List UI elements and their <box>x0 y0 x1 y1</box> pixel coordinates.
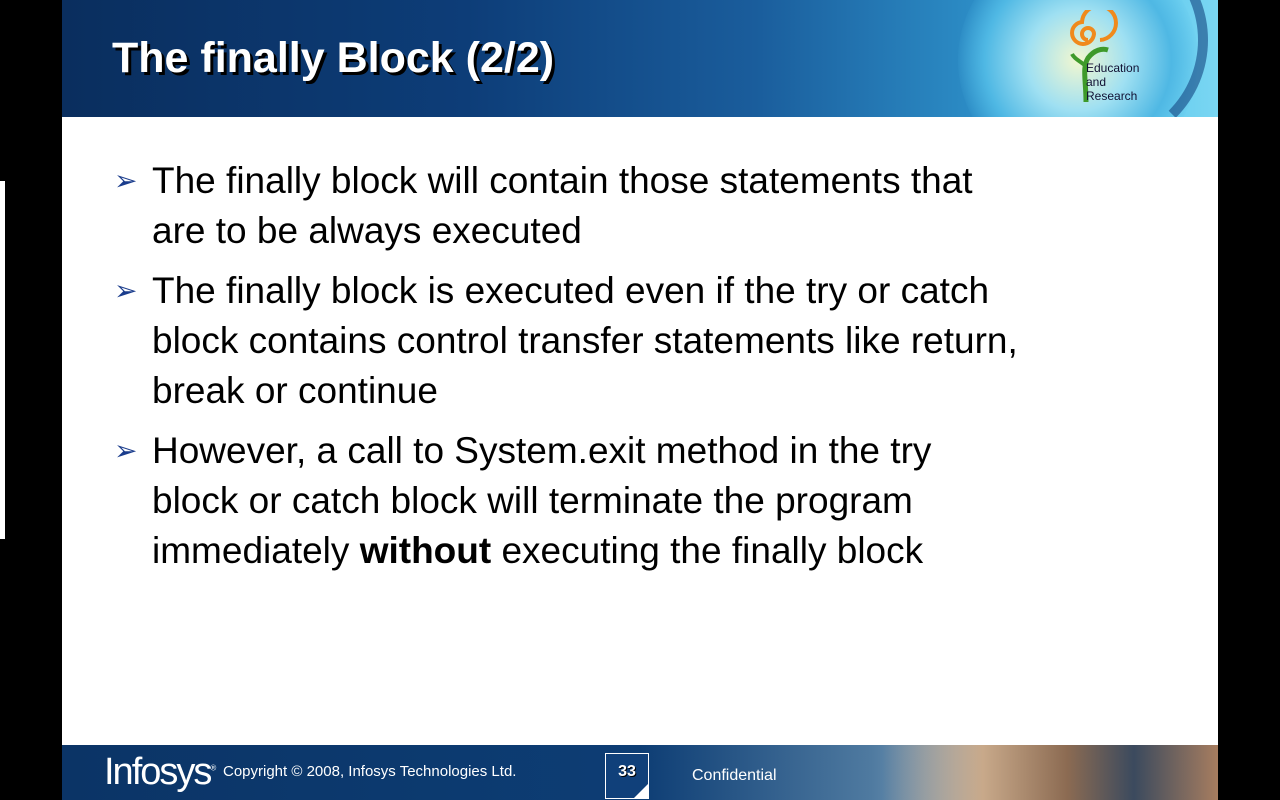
bullet-text: The finally block will contain those sta… <box>152 160 973 201</box>
bullet-text: block or catch block will terminate the … <box>152 480 913 521</box>
bullet-item: ➢ The finally block will contain those s… <box>112 156 1172 256</box>
infosys-logo: Infosys® <box>104 751 216 794</box>
slide-body: ➢ The finally block will contain those s… <box>112 156 1172 586</box>
bullet-text: break or continue <box>152 370 438 411</box>
slide-header: The finally Block (2/2) Education and Re… <box>62 0 1218 117</box>
bullet-text-part: immediately <box>152 530 360 571</box>
window-edge <box>0 181 5 539</box>
slide: The finally Block (2/2) Education and Re… <box>62 0 1218 800</box>
logo-text-line: Research <box>1086 89 1138 103</box>
page-number-box: 33 <box>605 753 649 799</box>
bullet-bold-text: without <box>359 530 492 571</box>
slide-footer: Infosys® Copyright © 2008, Infosys Techn… <box>62 745 1218 800</box>
bullet-text-part: executing the finally block <box>491 530 924 571</box>
arrow-bullet-icon: ➢ <box>114 165 138 196</box>
bullet-text: immediately without executing the finall… <box>152 526 1172 576</box>
logo-text: Education and Research <box>1086 61 1139 103</box>
confidential-label: Confidential <box>692 767 777 784</box>
page-fold-icon <box>634 784 648 798</box>
bullet-text: block contains control transfer statemen… <box>152 320 1018 361</box>
bullet-text: However, a call to System.exit method in… <box>152 430 932 471</box>
slide-title: The finally Block (2/2) <box>112 34 555 82</box>
arrow-bullet-icon: ➢ <box>114 435 138 466</box>
bullet-text: are to be always executed <box>152 210 582 251</box>
bullet-text: The finally block is executed even if th… <box>152 270 990 311</box>
bullet-item: ➢ The finally block is executed even if … <box>112 266 1172 416</box>
logo-text-line: and <box>1086 75 1107 89</box>
copyright-text: Copyright © 2008, Infosys Technologies L… <box>223 763 517 780</box>
registered-mark: ® <box>210 763 217 773</box>
campus-photo <box>882 745 1218 800</box>
arrow-bullet-icon: ➢ <box>114 275 138 306</box>
brand-text: Infosys <box>104 751 212 793</box>
bullet-item: ➢ However, a call to System.exit method … <box>112 426 1172 576</box>
logo-text-line: Education <box>1086 61 1140 75</box>
page-number: 33 <box>618 763 636 780</box>
